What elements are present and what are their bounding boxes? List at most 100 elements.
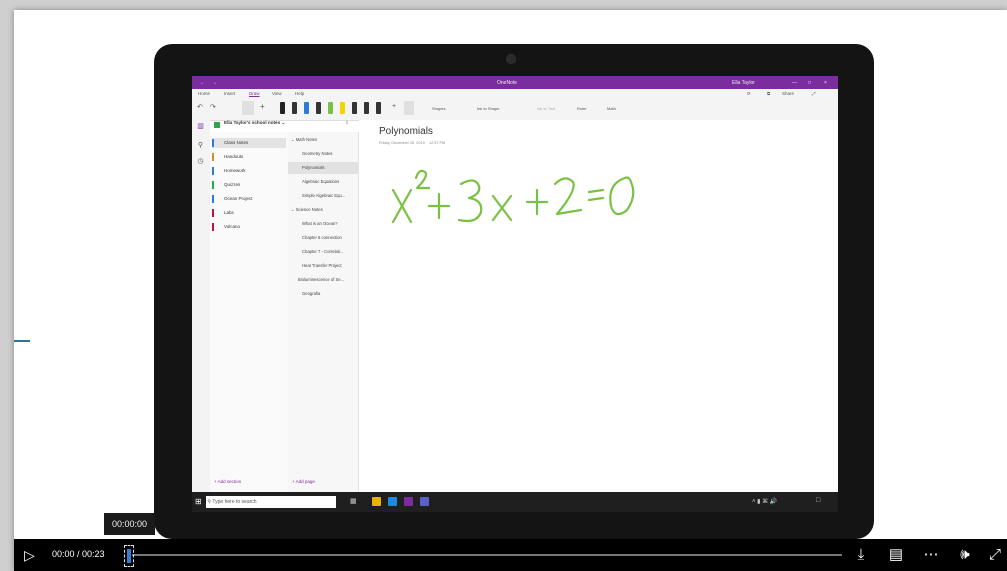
add-section-button[interactable]: + Add section	[214, 479, 241, 484]
page-canvas[interactable]: Polynomials Friday, December 20, 2019 12…	[359, 120, 838, 492]
seek-tooltip: 00:00:00	[104, 513, 155, 535]
page-group-math-notes[interactable]: ⌄ Math Notes	[288, 134, 361, 146]
app-title: OneNote	[497, 80, 518, 86]
page-label: Algebraic Equations	[302, 179, 340, 184]
more-icon[interactable]: ⋯	[920, 544, 942, 566]
draw-ribbon: ↶ ↷ + + Shapes Ink to Shape Ink to Text …	[192, 98, 838, 121]
system-tray-icons[interactable]: ˄ ▮ ⌘ 🔊	[752, 498, 777, 505]
notification-icon[interactable]: □	[816, 497, 820, 504]
page-list: ⌄ Math Notes Geometry Notes Polynomials …	[288, 132, 372, 492]
section-color-bar	[212, 153, 214, 161]
ink-x	[391, 188, 413, 224]
download-icon[interactable]: ⤓	[850, 544, 872, 566]
ink-zero	[609, 176, 635, 216]
windows-start-icon[interactable]: ⊞	[195, 497, 202, 506]
section-homework[interactable]: Homework	[212, 166, 286, 176]
maximize-icon[interactable]: □	[808, 80, 811, 86]
menu-view[interactable]: View	[272, 91, 282, 96]
pen-gray-icon[interactable]	[316, 102, 321, 114]
ink-3	[457, 179, 483, 223]
section-volcano[interactable]: Volcano	[212, 222, 286, 232]
notebook-name[interactable]: Ella Taylor's school notes ⌄ ⇕	[210, 120, 349, 130]
close-icon[interactable]: ×	[824, 80, 827, 86]
notebook-icon	[214, 122, 220, 128]
shapes-button[interactable]: Shapes	[432, 106, 446, 111]
sort-icon[interactable]: ⇕	[345, 120, 349, 126]
page-label: What is an Ocean?	[302, 221, 338, 226]
seek-bar[interactable]	[132, 554, 842, 556]
pen-black2-icon[interactable]	[352, 102, 357, 114]
page-label: Geografia	[302, 291, 321, 296]
section-color-bar	[212, 167, 214, 175]
add-tool-icon[interactable]: +	[392, 103, 396, 110]
section-color-bar	[212, 181, 214, 189]
section-labs[interactable]: Labs	[212, 208, 286, 218]
expand-icon[interactable]: ⤢	[812, 91, 816, 96]
page-label: Bioluminescence of Se...	[298, 277, 345, 282]
select-tool-icon[interactable]	[242, 101, 254, 115]
menu-home[interactable]: Home	[198, 91, 210, 96]
pen-blue-icon[interactable]	[304, 102, 309, 114]
page-title[interactable]: Polynomials	[379, 126, 433, 137]
add-section-label: Add section	[217, 479, 242, 484]
pen-green-icon[interactable]	[328, 102, 333, 114]
page-item[interactable]: Bioluminescence of Se...	[288, 274, 368, 286]
share-button[interactable]: Share	[782, 91, 794, 96]
captions-icon[interactable]: ▤	[885, 544, 907, 566]
pen-dark-icon[interactable]	[292, 102, 297, 114]
add-page-button[interactable]: + Add page	[292, 479, 315, 484]
page-label: Chapter 7 - Correlati...	[302, 249, 344, 254]
forward-icon[interactable]: →	[212, 80, 217, 86]
edge-icon[interactable]	[388, 497, 397, 506]
ink-to-shape-button[interactable]: Ink to Shape	[477, 106, 499, 111]
chevron-down-icon: ⌄	[281, 120, 286, 125]
page-label: Chapter 6 connection	[302, 235, 342, 240]
section-label: Handouts	[224, 154, 244, 159]
search-icon[interactable]: ⚲	[196, 142, 205, 150]
ink-plus	[427, 192, 451, 220]
section-label: Volcano	[224, 224, 241, 229]
page-label: Polynomials	[302, 165, 325, 170]
handwritten-equation[interactable]	[389, 160, 669, 235]
pen-black-icon[interactable]	[280, 102, 285, 114]
section-label: Class Notes	[224, 140, 249, 145]
file-explorer-icon[interactable]	[372, 497, 381, 506]
notebooks-icon[interactable]: ▥	[196, 123, 205, 131]
highlighter-yellow-icon[interactable]	[340, 102, 345, 114]
sync-icon[interactable]: ⟳	[747, 91, 751, 97]
section-class-notes[interactable]: Class Notes	[212, 138, 286, 148]
user-name[interactable]: Ella Taylor	[732, 80, 755, 86]
pen-black4-icon[interactable]	[376, 102, 381, 114]
ruler-button[interactable]: Ruler	[577, 106, 587, 111]
teams-icon[interactable]	[420, 497, 429, 506]
page-label: Science Notes	[295, 207, 323, 212]
math-button[interactable]: Math	[607, 106, 616, 111]
back-icon[interactable]: ←	[200, 80, 205, 86]
minimize-icon[interactable]: —	[792, 80, 797, 86]
play-icon[interactable]: ▷	[24, 547, 38, 563]
task-view-icon[interactable]: ▦	[350, 497, 357, 505]
time-display: 00:00 / 00:23	[52, 549, 105, 559]
section-ocean-project[interactable]: Ocean Project	[212, 194, 286, 204]
volume-icon[interactable]: 🕪	[954, 544, 976, 566]
seek-thumb[interactable]	[124, 545, 134, 567]
pen-black3-icon[interactable]	[364, 102, 369, 114]
taskbar-search-input[interactable]: ⚲ Type here to search	[206, 496, 336, 508]
menu-insert[interactable]: Insert	[224, 91, 235, 96]
section-quizzes[interactable]: Quizzes	[212, 180, 286, 190]
undo-icon[interactable]: ↶	[197, 103, 203, 111]
recent-icon[interactable]: ◷	[196, 158, 205, 166]
share-icon[interactable]: ⧉	[767, 91, 770, 96]
page-group-science-notes[interactable]: ⌄ Science Notes	[288, 204, 361, 216]
onenote-screen: ← → OneNote Ella Taylor — □ × Home Inser…	[192, 76, 838, 512]
redo-icon[interactable]: ↷	[210, 103, 216, 111]
fullscreen-icon[interactable]: ⤢	[984, 544, 1006, 566]
onenote-taskbar-icon[interactable]	[404, 497, 413, 506]
lasso-icon[interactable]	[404, 101, 414, 115]
menu-help[interactable]: Help	[295, 91, 304, 96]
ink-to-text-button[interactable]: Ink to Text	[537, 106, 555, 111]
section-handouts[interactable]: Handouts	[212, 152, 286, 162]
menu-draw[interactable]: Draw	[249, 91, 260, 96]
menu-bar: Home Insert Draw View Help ⟳ ⧉ Share ⤢	[192, 89, 838, 98]
add-pen-icon[interactable]: +	[260, 102, 265, 111]
